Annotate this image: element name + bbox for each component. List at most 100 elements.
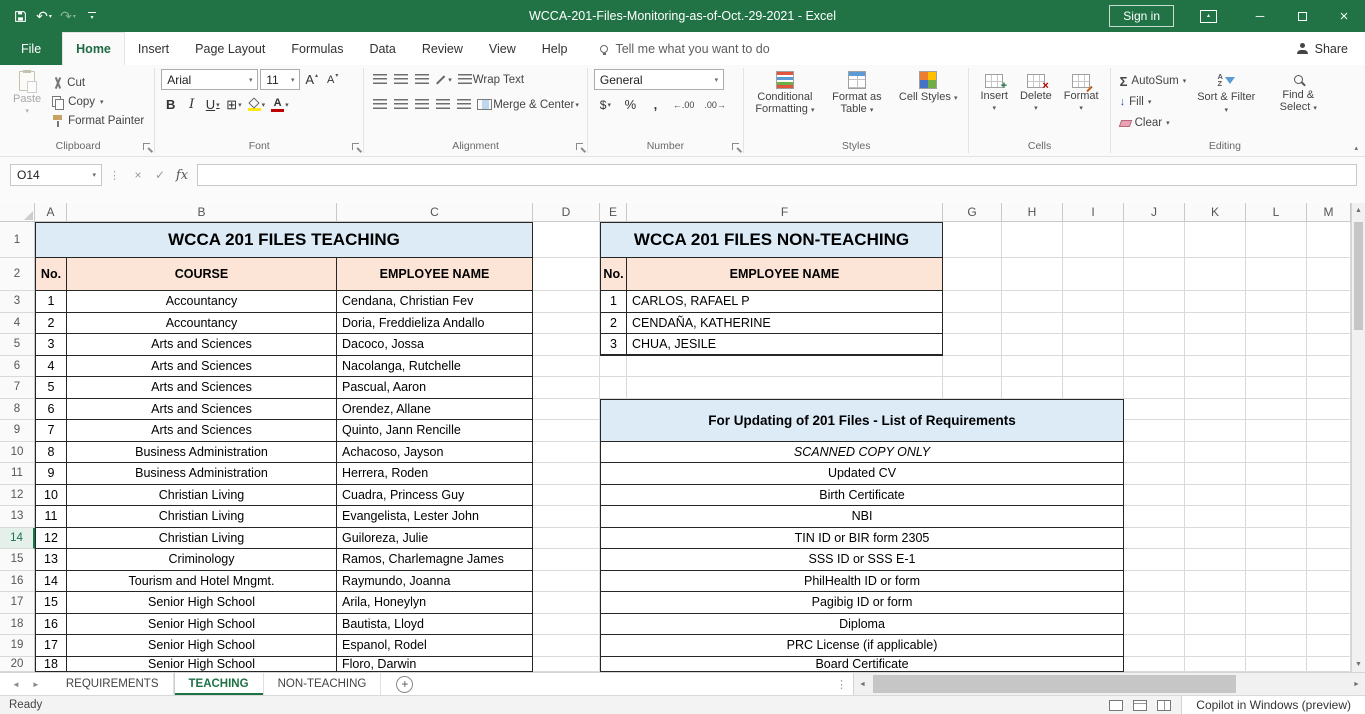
bottom-align-button[interactable] xyxy=(412,69,431,90)
row-header[interactable]: 4 xyxy=(0,312,35,334)
row-header[interactable]: 2 xyxy=(0,258,35,291)
cell[interactable] xyxy=(1124,549,1185,571)
alignment-dialog-launcher-icon[interactable] xyxy=(575,143,585,152)
teaching-course-cell[interactable]: Arts and Sciences xyxy=(67,355,337,377)
teaching-name-cell[interactable]: Cendana, Christian Fev xyxy=(337,291,533,313)
clear-button[interactable]: Clear ▾ xyxy=(1117,113,1190,133)
header-cell[interactable]: No. xyxy=(600,258,627,291)
non-teaching-name-cell[interactable]: CHUA, JESILE xyxy=(627,334,943,356)
tab-file[interactable]: File xyxy=(0,32,63,65)
font-size-combobox[interactable]: 11 ▾ xyxy=(260,69,301,90)
normal-view-icon[interactable] xyxy=(1109,699,1124,711)
cell[interactable] xyxy=(1002,258,1063,291)
cell[interactable] xyxy=(533,398,600,420)
share-button[interactable]: Share xyxy=(1280,32,1365,65)
cell[interactable] xyxy=(627,377,943,399)
vertical-scrollbar-thumb[interactable] xyxy=(1354,222,1363,330)
cell[interactable] xyxy=(627,355,943,377)
cell[interactable] xyxy=(1307,398,1351,420)
requirement-cell[interactable]: Diploma xyxy=(600,613,1124,635)
teaching-course-cell[interactable]: Arts and Sciences xyxy=(67,420,337,442)
cell[interactable] xyxy=(1246,258,1307,291)
column-header[interactable]: M xyxy=(1307,203,1351,222)
cell[interactable] xyxy=(1246,355,1307,377)
column-header[interactable]: D xyxy=(533,203,600,222)
font-color-button[interactable]: A ▾ xyxy=(269,94,291,115)
requirement-cell[interactable]: Pagibig ID or form xyxy=(600,592,1124,614)
tab-review[interactable]: Review xyxy=(409,32,476,65)
cell[interactable] xyxy=(1063,334,1124,356)
cell[interactable] xyxy=(1124,420,1185,442)
cell[interactable] xyxy=(1246,592,1307,614)
cell[interactable] xyxy=(1307,635,1351,657)
cell[interactable] xyxy=(1246,656,1307,672)
align-center-button[interactable] xyxy=(391,94,410,115)
teaching-course-cell[interactable]: Senior High School xyxy=(67,656,337,672)
cell[interactable] xyxy=(1307,420,1351,442)
non-teaching-no-cell[interactable]: 3 xyxy=(600,334,627,356)
row-header[interactable]: 13 xyxy=(0,506,35,528)
underline-button[interactable]: U ▾ xyxy=(203,94,222,115)
new-sheet-button[interactable]: + xyxy=(396,675,414,693)
teaching-title-cell[interactable]: WCCA 201 FILES TEACHING xyxy=(35,222,533,258)
cell[interactable] xyxy=(1124,377,1185,399)
cell[interactable] xyxy=(1307,656,1351,672)
cell[interactable] xyxy=(1246,222,1307,258)
cell[interactable] xyxy=(533,592,600,614)
redo-button[interactable]: ↷ ▾ xyxy=(56,3,80,29)
font-dialog-launcher-icon[interactable] xyxy=(352,143,361,152)
cell[interactable] xyxy=(1307,484,1351,506)
name-box[interactable]: O14 ▾ xyxy=(10,164,102,186)
teaching-no-cell[interactable]: 1 xyxy=(35,291,67,313)
cell[interactable] xyxy=(1185,527,1246,549)
header-cell[interactable]: EMPLOYEE NAME xyxy=(627,258,943,291)
cell[interactable] xyxy=(1124,527,1185,549)
cell[interactable] xyxy=(1185,549,1246,571)
close-button[interactable]: × xyxy=(1323,0,1365,32)
percent-style-button[interactable]: % xyxy=(621,94,640,115)
teaching-name-cell[interactable]: Nacolanga, Rutchelle xyxy=(337,355,533,377)
cell-styles-button[interactable]: Cell Styles ▾ xyxy=(894,69,963,139)
row-header[interactable]: 18 xyxy=(0,613,35,635)
cell[interactable] xyxy=(1124,484,1185,506)
teaching-name-cell[interactable]: Floro, Darwin xyxy=(337,656,533,672)
column-header[interactable]: I xyxy=(1063,203,1124,222)
teaching-name-cell[interactable]: Espanol, Rodel xyxy=(337,635,533,657)
scroll-right-icon[interactable]: ► xyxy=(1348,681,1365,688)
cell[interactable] xyxy=(1246,441,1307,463)
cell[interactable] xyxy=(533,441,600,463)
cell[interactable] xyxy=(1185,570,1246,592)
teaching-name-cell[interactable]: Cuadra, Princess Guy xyxy=(337,484,533,506)
cell[interactable] xyxy=(1124,312,1185,334)
cell[interactable] xyxy=(1307,613,1351,635)
cell[interactable] xyxy=(1307,570,1351,592)
insert-function-button[interactable]: fx xyxy=(171,168,193,183)
cell[interactable] xyxy=(1307,506,1351,528)
tab-help[interactable]: Help xyxy=(529,32,581,65)
next-sheet-icon[interactable]: ► xyxy=(32,680,40,689)
cell[interactable] xyxy=(1124,222,1185,258)
cell[interactable] xyxy=(533,484,600,506)
scroll-down-icon[interactable]: ▼ xyxy=(1352,657,1365,672)
cell[interactable] xyxy=(1246,463,1307,485)
teaching-name-cell[interactable]: Achacoso, Jayson xyxy=(337,441,533,463)
cell[interactable] xyxy=(1185,377,1246,399)
teaching-no-cell[interactable]: 10 xyxy=(35,484,67,506)
teaching-no-cell[interactable]: 4 xyxy=(35,355,67,377)
row-header[interactable]: 11 xyxy=(0,463,35,485)
insert-cells-button[interactable]: + Insert ▾ xyxy=(975,69,1013,139)
sheet-tab-requirements[interactable]: REQUIREMENTS xyxy=(52,673,174,695)
row-header[interactable]: 9 xyxy=(0,420,35,442)
cell[interactable] xyxy=(943,258,1002,291)
scroll-up-icon[interactable]: ▲ xyxy=(1352,203,1365,218)
drag-handle-icon[interactable]: ⋮ xyxy=(102,169,127,182)
page-layout-view-icon[interactable] xyxy=(1133,699,1148,711)
teaching-name-cell[interactable]: Doria, Freddieliza Andallo xyxy=(337,312,533,334)
cell[interactable] xyxy=(1124,506,1185,528)
middle-align-button[interactable] xyxy=(391,69,410,90)
cell[interactable] xyxy=(1307,222,1351,258)
bold-button[interactable]: B xyxy=(161,94,180,115)
horizontal-scrollbar-thumb[interactable] xyxy=(873,675,1236,693)
cell[interactable] xyxy=(1124,398,1185,420)
cell[interactable] xyxy=(1185,312,1246,334)
